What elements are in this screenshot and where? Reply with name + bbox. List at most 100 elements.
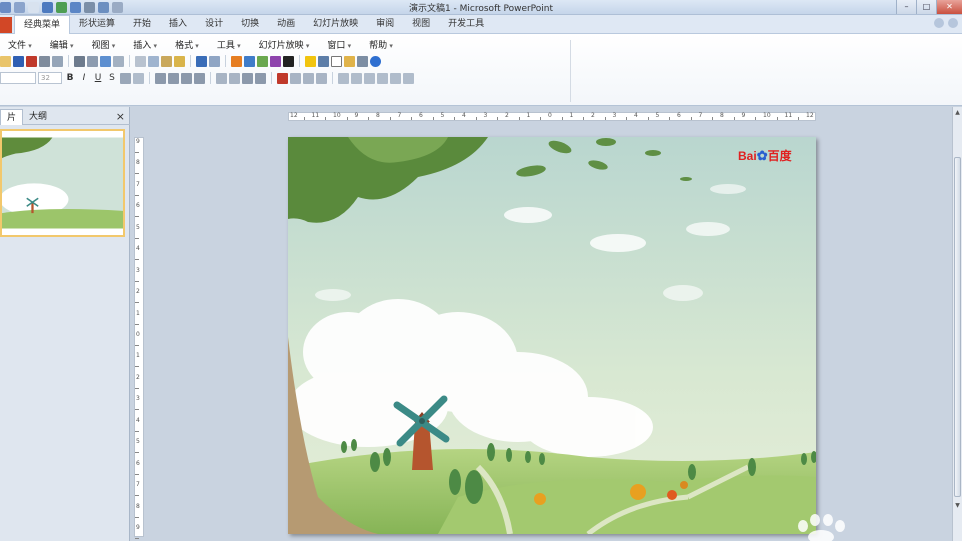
close-panel-button[interactable]: × [116, 110, 125, 123]
numbering-icon[interactable] [255, 72, 266, 84]
textbox-icon[interactable] [331, 55, 342, 67]
email-icon[interactable] [52, 55, 63, 67]
italic-button[interactable]: I [78, 73, 90, 83]
print-preview-icon[interactable] [87, 55, 98, 67]
copy-icon[interactable] [148, 55, 159, 67]
align-left-icon[interactable] [155, 72, 166, 84]
ruler-tick [135, 495, 139, 497]
paste-icon[interactable] [161, 55, 172, 67]
vertical-scrollbar[interactable]: ▲ ▼ [952, 107, 962, 541]
ruler-tick [497, 117, 499, 120]
open-icon[interactable] [13, 55, 24, 67]
tab-4[interactable]: 设计 [196, 15, 232, 34]
menu-item-0[interactable]: 文件 [0, 38, 40, 51]
menu-item-6[interactable]: 幻灯片放映 [251, 38, 318, 51]
chart-icon[interactable] [231, 55, 242, 67]
ruler-tick [518, 117, 520, 120]
menu-item-2[interactable]: 视图 [84, 38, 124, 51]
align-right-icon[interactable] [181, 72, 192, 84]
slide-thumbnail[interactable] [0, 129, 125, 237]
ruler-label: 4 [462, 112, 466, 119]
picture-icon[interactable] [257, 55, 268, 67]
menu-item-7[interactable]: 窗口 [319, 38, 359, 51]
scroll-thumb[interactable] [954, 157, 961, 497]
tab-1[interactable]: 形状运算 [70, 15, 124, 34]
ruler-label: 5 [136, 438, 140, 446]
font-size-select[interactable]: 32 [38, 72, 62, 84]
cut-icon[interactable] [135, 55, 146, 67]
strikethrough-icon[interactable] [120, 72, 131, 84]
smartart-icon[interactable] [270, 55, 281, 67]
increase-font-icon[interactable] [290, 72, 301, 84]
tab-0[interactable]: 经典菜单 [14, 15, 71, 35]
font-name-select[interactable] [0, 72, 36, 84]
ruler-tick [346, 117, 348, 120]
tab-8[interactable]: 审阅 [367, 15, 403, 34]
help-icon[interactable] [370, 55, 381, 67]
minimize-button[interactable]: – [896, 0, 916, 14]
underline-button[interactable]: U [92, 73, 104, 83]
quick-styles-icon[interactable] [364, 72, 375, 84]
menu-item-3[interactable]: 插入 [125, 38, 165, 51]
new-file-icon[interactable] [0, 55, 11, 67]
shapes-icon[interactable] [338, 72, 349, 84]
layout-icon[interactable] [318, 55, 329, 67]
shape-outline-icon[interactable] [390, 72, 401, 84]
comment-icon[interactable] [305, 55, 316, 67]
bold-button[interactable]: B [64, 73, 76, 83]
maximize-button[interactable]: □ [916, 0, 936, 14]
redo-icon[interactable] [209, 55, 220, 67]
shape-effects-icon[interactable] [403, 72, 414, 84]
tab-3[interactable]: 插入 [160, 15, 196, 34]
tab-5[interactable]: 切换 [232, 15, 268, 34]
table-icon[interactable] [244, 55, 255, 67]
folder-icon[interactable] [344, 55, 355, 67]
menu-item-4[interactable]: 格式 [167, 38, 207, 51]
change-case-icon[interactable] [133, 72, 144, 84]
tab-10[interactable]: 开发工具 [439, 15, 493, 34]
menu-item-5[interactable]: 工具 [209, 38, 249, 51]
tab-7[interactable]: 幻灯片放映 [304, 15, 367, 34]
color-icon[interactable] [283, 55, 294, 67]
menu-item-1[interactable]: 编辑 [42, 38, 82, 51]
indent-icon[interactable] [316, 72, 327, 84]
toolbar-separator [210, 72, 211, 84]
ruler-tick [135, 452, 139, 454]
tab-2[interactable]: 开始 [124, 15, 160, 34]
decrease-font-icon[interactable] [303, 72, 314, 84]
menu-item-8[interactable]: 帮助 [361, 38, 401, 51]
permission-icon[interactable] [39, 55, 50, 67]
arrange-icon[interactable] [351, 72, 362, 84]
ruler-tick [135, 387, 139, 389]
scroll-up-arrow[interactable]: ▲ [953, 109, 962, 119]
print-icon[interactable] [74, 55, 85, 67]
scroll-down-arrow[interactable]: ▼ [953, 502, 962, 512]
tab-9[interactable]: 视图 [403, 15, 439, 34]
toolbar-separator [68, 55, 69, 67]
columns-icon[interactable] [216, 72, 227, 84]
shadow-button[interactable]: S [106, 73, 118, 83]
research-icon[interactable] [113, 55, 124, 67]
ruler-tick [432, 117, 434, 120]
file-tab[interactable] [0, 17, 12, 33]
undo-icon[interactable] [196, 55, 207, 67]
shape-fill-icon[interactable] [377, 72, 388, 84]
font-color-icon[interactable] [277, 72, 288, 84]
tab-6[interactable]: 动画 [268, 15, 304, 34]
tab-outline[interactable]: 大纲 [23, 109, 53, 125]
justify-icon[interactable] [194, 72, 205, 84]
format-painter-icon[interactable] [174, 55, 185, 67]
minimize-ribbon-icon[interactable] [934, 18, 944, 28]
save-icon[interactable] [26, 55, 37, 67]
align-center-icon[interactable] [168, 72, 179, 84]
ruler-label: 8 [136, 159, 140, 167]
spelling-icon[interactable] [100, 55, 111, 67]
help-icon[interactable] [948, 18, 958, 28]
zoom-icon[interactable] [357, 55, 368, 67]
slide-canvas[interactable]: Bai✿百度 [288, 137, 816, 534]
bullets-icon[interactable] [242, 72, 253, 84]
tab-slides[interactable]: 片 [0, 108, 24, 125]
close-button[interactable]: ✕ [936, 0, 962, 14]
ruler-label: 6 [677, 112, 681, 119]
text-direction-icon[interactable] [229, 72, 240, 84]
